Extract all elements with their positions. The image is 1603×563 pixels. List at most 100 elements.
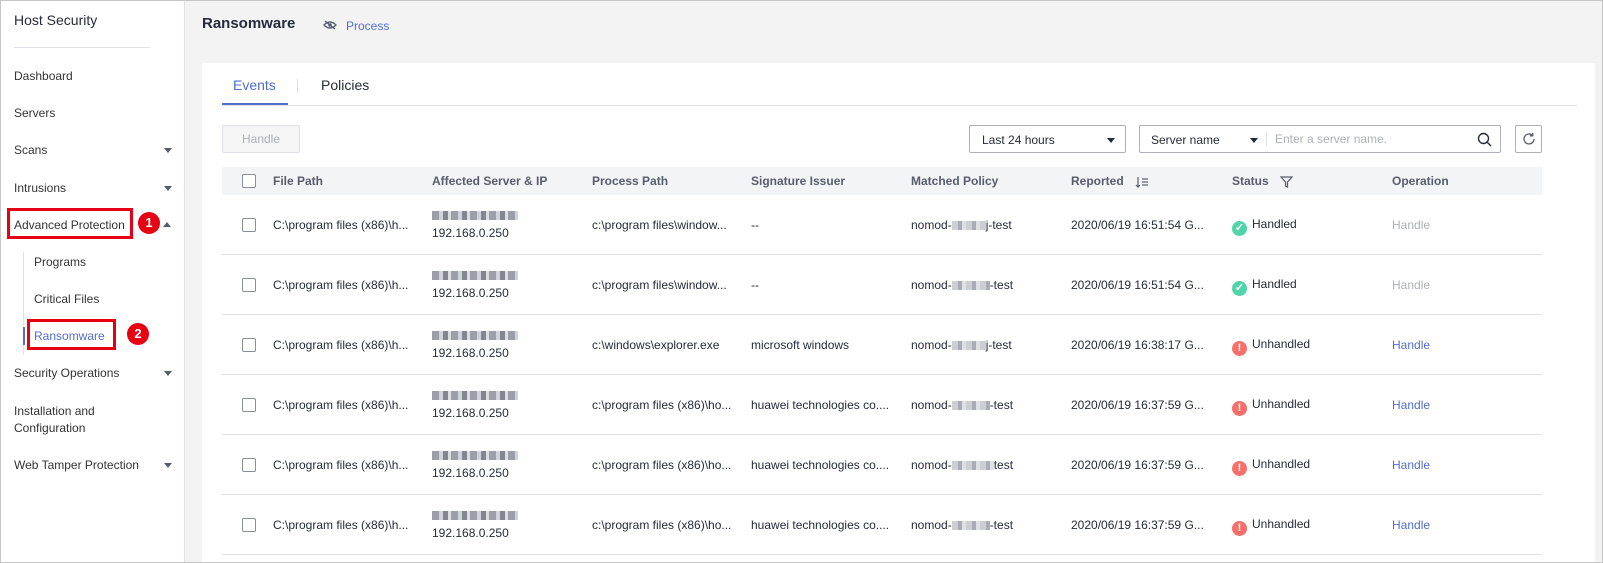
server-name-redacted — [432, 508, 518, 522]
file-path: C:\program files (x86)\h... — [273, 278, 409, 292]
tab-policies[interactable]: Policies — [321, 77, 369, 93]
refresh-button[interactable] — [1515, 125, 1542, 153]
sidebar-title: Host Security — [14, 12, 98, 28]
tab-separator — [297, 79, 298, 93]
select-all-checkbox[interactable] — [242, 174, 256, 188]
handle-link[interactable]: Handle — [1392, 218, 1430, 232]
chevron-down-icon[interactable] — [164, 463, 172, 468]
handle-button[interactable]: Handle — [222, 125, 300, 153]
signature-issuer: huawei technologies co.... — [751, 398, 890, 412]
handle-link[interactable]: Handle — [1392, 278, 1430, 292]
server-search: Server name — [1139, 125, 1501, 153]
row-checkbox[interactable] — [242, 278, 256, 292]
callout-box-advanced-protection — [7, 208, 133, 239]
process-path: c:\program files\window... — [592, 218, 727, 232]
check-circle-icon: ✓ — [1232, 281, 1247, 296]
handle-link[interactable]: Handle — [1392, 338, 1430, 352]
file-path: C:\program files (x86)\h... — [273, 218, 409, 232]
policy-suffix: -test — [989, 518, 1014, 532]
process-link[interactable]: Process — [346, 19, 389, 33]
chevron-down-icon[interactable] — [164, 371, 172, 376]
matched-policy: nomod-test — [911, 458, 1061, 472]
refresh-icon — [1523, 132, 1535, 145]
status: ! Unhandled — [1232, 397, 1310, 416]
sidebar: Host Security Dashboard Servers Scans In… — [1, 1, 185, 562]
reported-time: 2020/06/19 16:37:59 G... — [1071, 458, 1204, 472]
eye-slash-icon[interactable] — [323, 20, 337, 30]
matched-policy: nomod- -test — [911, 278, 1061, 292]
status-label: Handled — [1252, 277, 1297, 291]
reported-time: 2020/06/19 16:51:54 G... — [1071, 278, 1204, 292]
page-title: Ransomware — [202, 15, 296, 32]
process-path: c:\program files\window... — [592, 278, 727, 292]
policy-suffix: j-test — [985, 338, 1012, 352]
status: ! Unhandled — [1232, 517, 1310, 536]
file-path: C:\program files (x86)\h... — [273, 458, 409, 472]
status: ! Unhandled — [1232, 457, 1310, 476]
sidebar-item-dashboard[interactable]: Dashboard — [14, 69, 73, 83]
chevron-down-icon[interactable] — [164, 148, 172, 153]
time-range-select[interactable]: Last 24 hours — [969, 125, 1126, 153]
search-field-select[interactable]: Server name — [1151, 133, 1220, 147]
sort-icon[interactable] — [1135, 176, 1149, 188]
chevron-up-icon[interactable] — [163, 222, 171, 227]
sidebar-item-scans[interactable]: Scans — [14, 143, 47, 157]
sidebar-item-critical-files[interactable]: Critical Files — [34, 292, 99, 306]
policy-prefix: nomod- — [911, 458, 952, 472]
policy-prefix: nomod- — [911, 398, 952, 412]
reported-time: 2020/06/19 16:37:59 G... — [1071, 518, 1204, 532]
status-label: Unhandled — [1252, 517, 1311, 531]
search-input[interactable] — [1275, 129, 1470, 149]
row-checkbox[interactable] — [242, 458, 256, 472]
signature-issuer: huawei technologies co.... — [751, 458, 890, 472]
sidebar-item-servers[interactable]: Servers — [14, 106, 55, 120]
column-status-label: Status — [1232, 174, 1269, 188]
process-path: c:\program files (x86)\ho... — [592, 398, 732, 412]
signature-issuer: -- — [751, 278, 759, 292]
chevron-down-icon[interactable] — [1250, 138, 1258, 143]
row-checkbox[interactable] — [242, 518, 256, 532]
tab-events[interactable]: Events — [233, 77, 276, 93]
tab-active-underline — [222, 103, 288, 105]
sidebar-item-installation-configuration[interactable]: Installation and Configuration — [14, 403, 124, 437]
table-row: C:\program files (x86)\h... 192.168.0.25… — [222, 435, 1542, 495]
filter-icon[interactable] — [1279, 176, 1294, 188]
status-label: Handled — [1252, 217, 1297, 231]
handle-link[interactable]: Handle — [1392, 398, 1430, 412]
policy-suffix: -test — [989, 398, 1014, 412]
handle-link[interactable]: Handle — [1392, 458, 1430, 472]
server-ip: 192.168.0.250 — [432, 526, 509, 540]
policy-prefix: nomod- — [911, 518, 952, 532]
matched-policy: nomod-j-test — [911, 218, 1061, 232]
column-status[interactable]: Status — [1232, 174, 1294, 188]
sidebar-divider — [14, 47, 150, 48]
file-path: C:\program files (x86)\h... — [273, 518, 409, 532]
exclamation-circle-icon: ! — [1232, 401, 1247, 416]
chevron-down-icon[interactable] — [164, 186, 172, 191]
status: ! Unhandled — [1232, 337, 1310, 356]
matched-policy: nomod-j-test — [911, 338, 1061, 352]
sidebar-item-security-operations[interactable]: Security Operations — [14, 366, 119, 380]
sidebar-item-programs[interactable]: Programs — [34, 255, 86, 269]
column-operation: Operation — [1392, 174, 1449, 188]
matched-policy: nomod- -test — [911, 518, 1061, 532]
callout-box-ransomware — [27, 319, 116, 350]
column-reported[interactable]: Reported — [1071, 174, 1149, 188]
policy-suffix: -test — [989, 278, 1014, 292]
sidebar-item-web-tamper-protection[interactable]: Web Tamper Protection — [14, 458, 139, 472]
handle-link[interactable]: Handle — [1392, 518, 1430, 532]
search-icon[interactable] — [1477, 132, 1492, 147]
row-checkbox[interactable] — [242, 398, 256, 412]
server-name-redacted — [432, 448, 518, 462]
process-path: c:\program files (x86)\ho... — [592, 518, 732, 532]
signature-issuer: huawei technologies co.... — [751, 518, 890, 532]
reported-time: 2020/06/19 16:38:17 G... — [1071, 338, 1204, 352]
reported-time: 2020/06/19 16:37:59 G... — [1071, 398, 1204, 412]
row-checkbox[interactable] — [242, 218, 256, 232]
column-signature-issuer: Signature Issuer — [751, 174, 846, 188]
reported-time: 2020/06/19 16:51:54 G... — [1071, 218, 1204, 232]
chevron-down-icon — [1107, 138, 1115, 143]
server-ip: 192.168.0.250 — [432, 466, 509, 480]
row-checkbox[interactable] — [242, 338, 256, 352]
sidebar-item-intrusions[interactable]: Intrusions — [14, 181, 66, 195]
